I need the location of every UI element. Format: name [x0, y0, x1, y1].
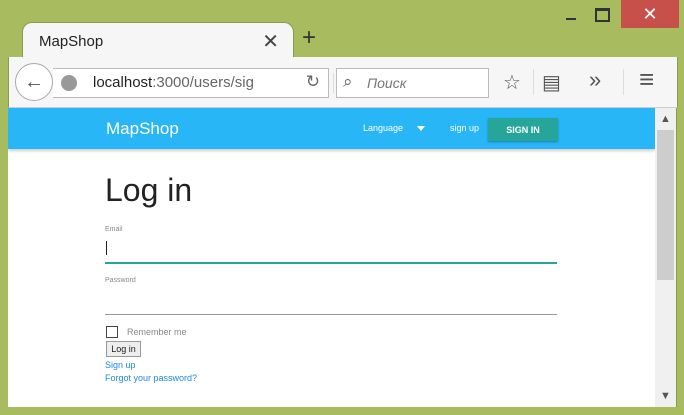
- toolbar-divider: [533, 69, 534, 95]
- brand-logo[interactable]: MapShop: [106, 119, 179, 139]
- caret-down-icon[interactable]: [417, 126, 425, 131]
- maximize-button[interactable]: [587, 0, 617, 29]
- nav-signin-button[interactable]: SIGN IN: [488, 118, 558, 141]
- browser-window: ✕ MapShop ✕ + ← localhost:3000/users/sig…: [0, 0, 684, 415]
- login-submit-button[interactable]: Log in: [106, 341, 141, 357]
- email-label: Email: [105, 226, 123, 233]
- email-field[interactable]: [105, 239, 557, 259]
- remember-me-label[interactable]: Remember me: [127, 327, 187, 337]
- globe-icon: [61, 75, 77, 91]
- scrollbar-thumb[interactable]: [657, 130, 674, 280]
- page-viewport: MapShop Language sign up SIGN IN Log in …: [8, 108, 655, 407]
- browser-toolbar: ← localhost:3000/users/sig ↻ ⌕ Поиск ☆ ▤…: [8, 57, 678, 108]
- close-window-button[interactable]: ✕: [621, 0, 679, 28]
- search-icon: ⌕: [343, 72, 353, 91]
- url-path: :3000/users/sig: [152, 74, 254, 91]
- reload-icon[interactable]: ↻: [306, 72, 320, 92]
- back-arrow-icon: ←: [24, 70, 44, 93]
- signup-link[interactable]: Sign up: [105, 360, 136, 370]
- url-host: localhost: [93, 74, 153, 91]
- password-underline: [105, 314, 557, 315]
- overflow-chevron-icon[interactable]: »: [589, 67, 601, 93]
- forgot-password-link[interactable]: Forgot your password?: [105, 373, 197, 383]
- tab-title: MapShop: [39, 33, 104, 50]
- minimize-icon: [566, 17, 576, 20]
- maximize-icon: [594, 7, 610, 22]
- bookmark-star-icon[interactable]: ☆: [503, 70, 521, 95]
- reading-list-icon[interactable]: ▤: [542, 70, 561, 95]
- site-navbar: MapShop Language sign up SIGN IN: [8, 108, 655, 149]
- tab-close-icon[interactable]: ✕: [262, 29, 279, 54]
- hamburger-menu-icon[interactable]: ≡: [639, 64, 654, 95]
- minimize-button[interactable]: [556, 0, 586, 29]
- url-divider: [333, 73, 334, 93]
- scroll-down-icon[interactable]: ▼: [655, 387, 676, 405]
- url-text[interactable]: localhost:3000/users/sig: [93, 74, 254, 91]
- nav-signup-link[interactable]: sign up: [450, 123, 479, 133]
- search-placeholder: Поиск: [367, 75, 407, 91]
- vertical-scrollbar[interactable]: ▲ ▼: [655, 108, 677, 407]
- new-tab-icon[interactable]: +: [302, 26, 316, 50]
- remember-me-checkbox[interactable]: [106, 326, 118, 338]
- password-label: Password: [105, 277, 136, 284]
- close-icon: ✕: [642, 3, 658, 24]
- tab-mapshop[interactable]: MapShop ✕: [22, 22, 294, 59]
- search-bar[interactable]: ⌕ Поиск: [336, 68, 489, 98]
- back-button[interactable]: ←: [15, 63, 53, 101]
- page-title: Log in: [105, 172, 193, 208]
- language-dropdown[interactable]: Language: [363, 123, 403, 133]
- text-cursor: [106, 241, 107, 255]
- password-field[interactable]: [105, 290, 557, 310]
- url-bar[interactable]: localhost:3000/users/sig ↻: [53, 68, 334, 98]
- scroll-up-icon[interactable]: ▲: [655, 110, 676, 128]
- email-underline: [105, 262, 557, 264]
- toolbar-divider: [623, 69, 624, 95]
